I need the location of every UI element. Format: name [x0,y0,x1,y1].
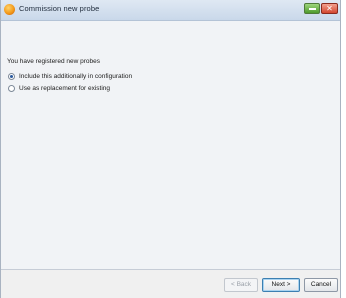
window-title: Commission new probe [19,4,100,13]
next-button[interactable]: Next > [262,278,300,292]
wizard-window: Commission new probe ✕ You have register… [0,0,341,298]
wizard-content: You have registered new probes Include t… [1,54,340,270]
close-icon: ✕ [326,4,333,13]
wizard-footer: < Back Next > Cancel [1,270,340,298]
option-use-as-replacement[interactable]: Use as replacement for existing [8,83,110,93]
option-label: Use as replacement for existing [19,84,111,92]
cancel-button[interactable]: Cancel [304,278,338,292]
radio-use-as-replacement[interactable] [8,84,15,92]
probe-app-icon [4,4,15,15]
title-bar[interactable]: Commission new probe ✕ [1,0,340,21]
back-button[interactable]: < Back [224,278,258,292]
intro-text: You have registered new probes [7,58,100,65]
minimize-button[interactable] [304,3,320,14]
close-button[interactable]: ✕ [321,3,338,14]
background-strip [341,0,346,298]
radio-include-additionally[interactable] [8,72,15,80]
minimize-icon [309,8,316,10]
wizard-header [1,21,340,54]
option-include-additionally[interactable]: Include this additionally in configurati… [8,71,132,81]
option-label: Include this additionally in configurati… [19,72,133,80]
